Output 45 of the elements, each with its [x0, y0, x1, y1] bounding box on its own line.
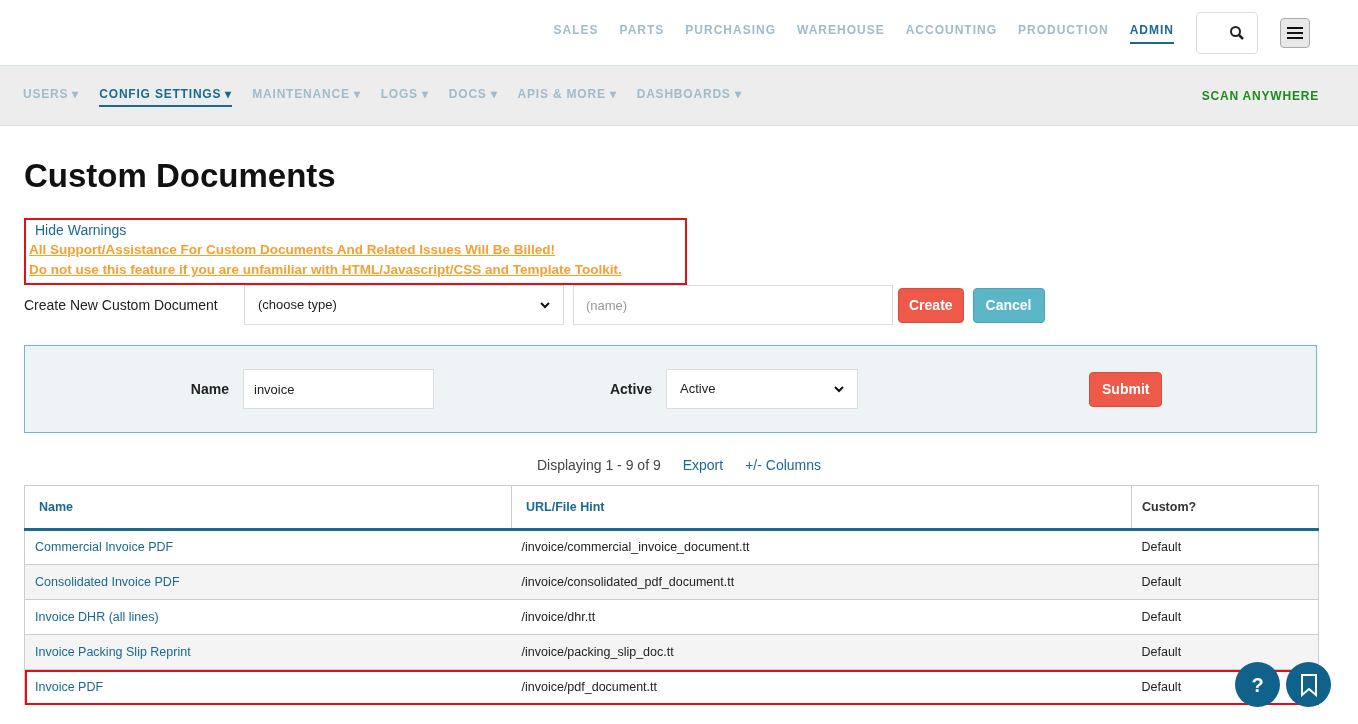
document-link[interactable]: Invoice Packing Slip Reprint — [35, 644, 191, 659]
table-cell: Default — [1141, 644, 1182, 659]
table-cell: Default — [1141, 609, 1182, 624]
column-header[interactable]: URL/File Hint — [511, 485, 1132, 530]
table-cell: /invoice/pdf_document.tt — [511, 669, 1132, 705]
table-cell: /invoice/commercial_invoice_document.tt — [511, 529, 1132, 565]
table-cell: /invoice/consolidated_pdf_document.tt — [511, 564, 1132, 600]
column-header: Custom? — [1131, 485, 1319, 530]
top-nav-tab[interactable]: ADMIN — [1129, 21, 1174, 44]
create-button[interactable]: Create — [898, 287, 964, 323]
table-cell: Default — [1141, 679, 1182, 694]
columns-link[interactable]: +/- Columns — [745, 454, 822, 476]
name-label: Name — [189, 379, 230, 399]
menu-button[interactable] — [1280, 17, 1310, 48]
active-label: Active — [608, 379, 653, 399]
page-title: Custom Documents — [24, 156, 337, 196]
warning-text: Do not use this feature if you are unfamiliar with HTML/Javascript/CSS and Template Toolkit. — [29, 261, 623, 279]
sub-nav-tab[interactable]: CONFIG SETTINGS ▾ — [99, 84, 233, 107]
name-filter-field[interactable]: invoice — [243, 369, 434, 409]
document-link[interactable]: Commercial Invoice PDF — [35, 540, 174, 555]
menu-icon — [1287, 26, 1303, 39]
search-button[interactable] — [1196, 11, 1258, 54]
document-link[interactable]: Consolidated Invoice PDF — [35, 574, 180, 589]
table-cell: Default — [1141, 540, 1182, 555]
bookmark-icon — [1299, 672, 1318, 697]
type-select[interactable]: (choose type) — [244, 285, 564, 325]
chevron-down-icon — [540, 301, 550, 309]
submit-button[interactable]: Submit — [1089, 371, 1163, 407]
warning-text: All Support/Assistance For Custom Documents And Related Issues Will Be Billed! — [29, 241, 556, 259]
hide-warnings-link[interactable]: Hide Warnings — [35, 220, 682, 240]
create-label: Create New Custom Document — [24, 295, 219, 315]
export-link[interactable]: Export — [682, 454, 724, 476]
active-select[interactable]: Active — [666, 369, 858, 409]
search-icon — [1229, 24, 1245, 41]
table-cell: /invoice/packing_slip_doc.tt — [511, 634, 1132, 670]
table-cell: Default — [1141, 574, 1182, 589]
chevron-down-icon — [834, 385, 844, 393]
record-count: Displaying 1 - 9 of 9 — [536, 455, 661, 475]
column-header[interactable]: Name — [24, 485, 512, 530]
bookmark-button[interactable] — [1286, 662, 1331, 707]
document-link[interactable]: Invoice DHR (all lines) — [35, 609, 159, 624]
document-link[interactable]: Invoice PDF — [35, 679, 104, 694]
table-cell: /invoice/dhr.tt — [511, 599, 1132, 635]
name-field[interactable]: (name) — [573, 285, 893, 325]
scan-anywhere-link[interactable]: SCAN ANYWHERE — [1201, 86, 1319, 105]
